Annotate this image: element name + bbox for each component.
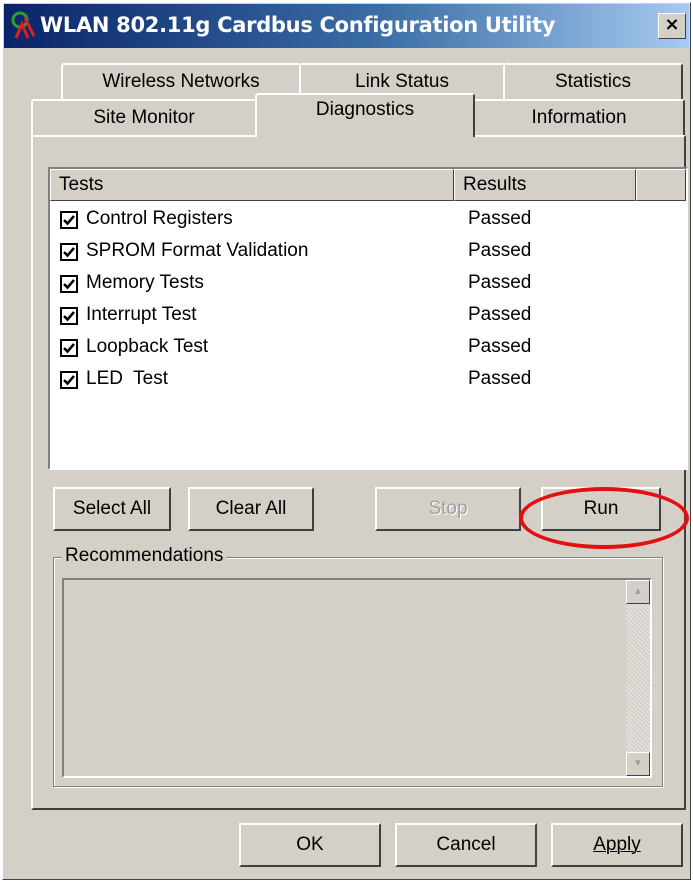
- test-row[interactable]: Memory Tests Passed: [60, 269, 660, 301]
- checkmark-icon: [63, 375, 75, 386]
- apply-button[interactable]: Apply: [551, 823, 683, 867]
- test-row[interactable]: Interrupt Test Passed: [60, 301, 660, 333]
- cancel-button[interactable]: Cancel: [395, 823, 537, 867]
- test-result: Passed: [468, 272, 532, 293]
- select-all-button[interactable]: Select All: [53, 487, 171, 531]
- clear-all-button[interactable]: Clear All: [188, 487, 314, 531]
- tab-information[interactable]: Information: [473, 99, 685, 137]
- tab-diagnostics[interactable]: Diagnostics: [255, 93, 475, 137]
- test-name: Interrupt Test: [86, 304, 197, 325]
- checkmark-icon: [63, 279, 75, 290]
- tests-list[interactable]: Tests Results Control Registers Passed S…: [48, 167, 688, 470]
- recommendations-label: Recommendations: [62, 545, 227, 567]
- diagnostics-panel: Tests Results Control Registers Passed S…: [31, 135, 688, 810]
- test-checkbox[interactable]: [60, 211, 78, 229]
- scroll-up-icon[interactable]: ▲: [626, 580, 650, 604]
- column-header-results[interactable]: Results: [454, 169, 636, 201]
- test-checkbox[interactable]: [60, 339, 78, 357]
- list-header: Tests Results: [50, 169, 686, 201]
- test-name: LED Test: [86, 368, 169, 389]
- test-checkbox[interactable]: [60, 371, 78, 389]
- test-result: Passed: [468, 368, 532, 389]
- column-header-empty: [636, 169, 686, 201]
- recommendations-group: Recommendations ▲ ▼: [53, 545, 663, 787]
- test-checkbox[interactable]: [60, 307, 78, 325]
- scroll-down-icon[interactable]: ▼: [626, 752, 650, 776]
- close-button[interactable]: ×: [658, 13, 686, 39]
- recommendations-textbox[interactable]: ▲ ▼: [62, 578, 652, 778]
- column-header-tests[interactable]: Tests: [50, 169, 454, 201]
- config-utility-window: WLAN 802.11g Cardbus Configuration Utili…: [2, 2, 691, 880]
- test-name: Control Registers: [86, 208, 233, 229]
- test-name: SPROM Format Validation: [86, 240, 309, 261]
- test-result: Passed: [468, 240, 532, 261]
- tab-statistics[interactable]: Statistics: [503, 63, 683, 100]
- test-checkbox[interactable]: [60, 243, 78, 261]
- test-result: Passed: [468, 304, 532, 325]
- app-logo-icon: [11, 11, 36, 39]
- tab-site-monitor[interactable]: Site Monitor: [31, 99, 257, 137]
- test-row[interactable]: Control Registers Passed: [60, 205, 660, 237]
- checkmark-icon: [63, 215, 75, 226]
- checkmark-icon: [63, 343, 75, 354]
- checkmark-icon: [63, 311, 75, 322]
- ok-button[interactable]: OK: [239, 823, 381, 867]
- test-checkbox[interactable]: [60, 275, 78, 293]
- test-name: Memory Tests: [86, 272, 204, 293]
- window-title: WLAN 802.11g Cardbus Configuration Utili…: [40, 13, 556, 37]
- stop-button[interactable]: Stop: [375, 487, 521, 531]
- title-bar[interactable]: WLAN 802.11g Cardbus Configuration Utili…: [4, 4, 689, 48]
- checkmark-icon: [63, 247, 75, 258]
- test-row[interactable]: LED Test Passed: [60, 365, 660, 397]
- test-name: Loopback Test: [86, 336, 209, 357]
- test-row[interactable]: Loopback Test Passed: [60, 333, 660, 365]
- recommendations-scrollbar[interactable]: ▲ ▼: [626, 580, 650, 776]
- test-row[interactable]: SPROM Format Validation Passed: [60, 237, 660, 269]
- test-result: Passed: [468, 208, 532, 229]
- test-result: Passed: [468, 336, 532, 357]
- run-button[interactable]: Run: [541, 487, 661, 531]
